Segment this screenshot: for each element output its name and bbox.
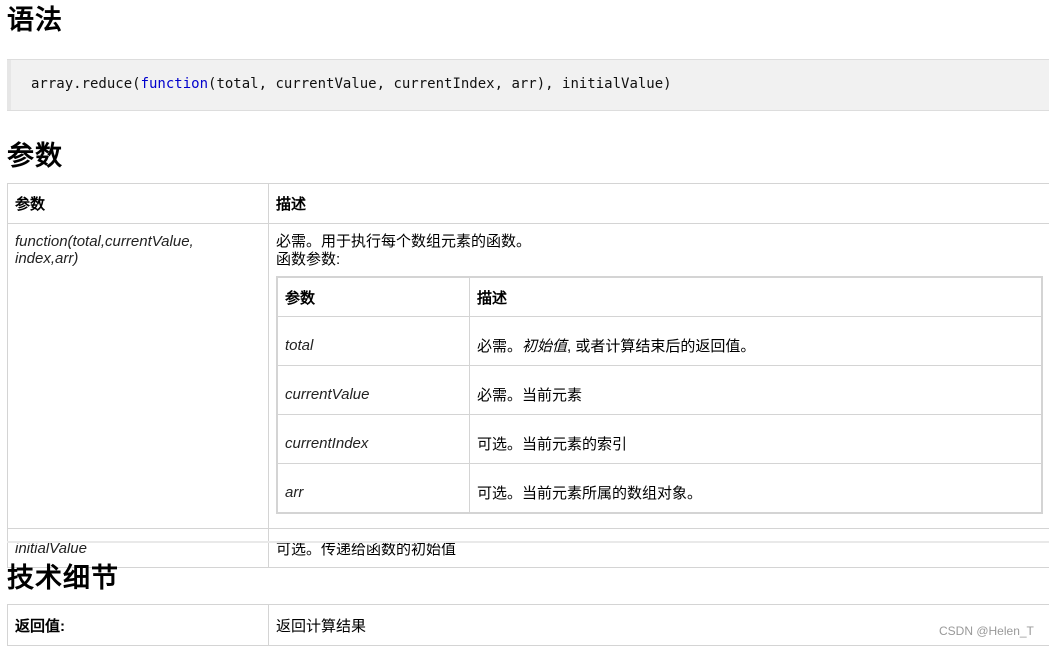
params-row-function: function(total,currentValue, index,arr) … — [7, 223, 1049, 529]
code-block-bar — [7, 60, 11, 110]
syntax-code: array.reduce(function(total, currentValu… — [31, 76, 672, 92]
params-row-initialvalue: initialValue 可选。传递给函数的初始值 — [7, 528, 1049, 568]
inner-row-arr: arr 可选。当前元素所属的数组对象。 — [276, 463, 1043, 514]
code-prefix: array.reduce( — [31, 76, 141, 92]
tech-label-return: 返回值: — [7, 604, 269, 646]
watermark: CSDN @Helen_T — [939, 624, 1034, 638]
param-name-function: function(total,currentValue, index,arr) — [7, 223, 269, 529]
inner-row-total: total 必需。初始值, 或者计算结束后的返回值。 — [276, 316, 1043, 366]
inner-param-desc: 必需。初始值, 或者计算结束后的返回值。 — [469, 316, 1043, 366]
tech-heading: 技术细节 — [7, 563, 119, 594]
syntax-code-block: array.reduce(function(total, currentValu… — [7, 59, 1049, 111]
inner-header-row: 参数 描述 — [276, 276, 1043, 317]
inner-param-name: currentIndex — [276, 414, 470, 464]
inner-param-desc: 可选。当前元素的索引 — [469, 414, 1043, 464]
inner-header-col2: 描述 — [469, 276, 1043, 317]
inner-param-desc: 可选。当前元素所属的数组对象。 — [469, 463, 1043, 514]
code-suffix: (total, currentValue, currentIndex, arr)… — [208, 76, 672, 92]
tech-value-return: 返回计算结果 — [268, 604, 1049, 646]
params-header-col1: 参数 — [7, 183, 269, 224]
param-desc-function: 必需。用于执行每个数组元素的函数。 函数参数: 参数 描述 total 必需。初… — [268, 223, 1049, 529]
syntax-heading: 语法 — [7, 5, 63, 36]
inner-param-desc: 必需。当前元素 — [469, 365, 1043, 415]
param-desc-function-line1: 必需。用于执行每个数组元素的函数。 — [276, 233, 532, 250]
params-header-row: 参数 描述 — [7, 183, 1049, 224]
tech-row-return: 返回值: 返回计算结果 — [7, 604, 1049, 646]
param-name-function-text: function(total,currentValue, index,arr) — [15, 233, 194, 267]
inner-row-currentindex: currentIndex 可选。当前元素的索引 — [276, 414, 1043, 464]
inner-param-name: total — [276, 316, 470, 366]
param-desc-initialvalue: 可选。传递给函数的初始值 — [268, 528, 1049, 568]
inner-param-name: arr — [276, 463, 470, 514]
code-keyword: function — [140, 76, 209, 92]
params-header-col2: 描述 — [268, 183, 1049, 224]
inner-param-desc-post: , 或者计算结束后的返回值。 — [567, 338, 756, 355]
inner-param-desc-em: 初始值 — [522, 338, 568, 355]
function-params-table: 参数 描述 total 必需。初始值, 或者计算结束后的返回值。 current… — [276, 276, 1043, 514]
section-divider — [7, 541, 1049, 543]
inner-param-desc-pre: 必需。 — [477, 338, 523, 355]
inner-row-currentvalue: currentValue 必需。当前元素 — [276, 365, 1043, 415]
params-heading: 参数 — [7, 141, 63, 172]
inner-param-name: currentValue — [276, 365, 470, 415]
inner-header-col1: 参数 — [276, 276, 470, 317]
tech-table: 返回值: 返回计算结果 — [7, 604, 1049, 646]
param-desc-function-line2: 函数参数: — [276, 251, 341, 268]
params-table: 参数 描述 function(total,currentValue, index… — [7, 183, 1049, 568]
